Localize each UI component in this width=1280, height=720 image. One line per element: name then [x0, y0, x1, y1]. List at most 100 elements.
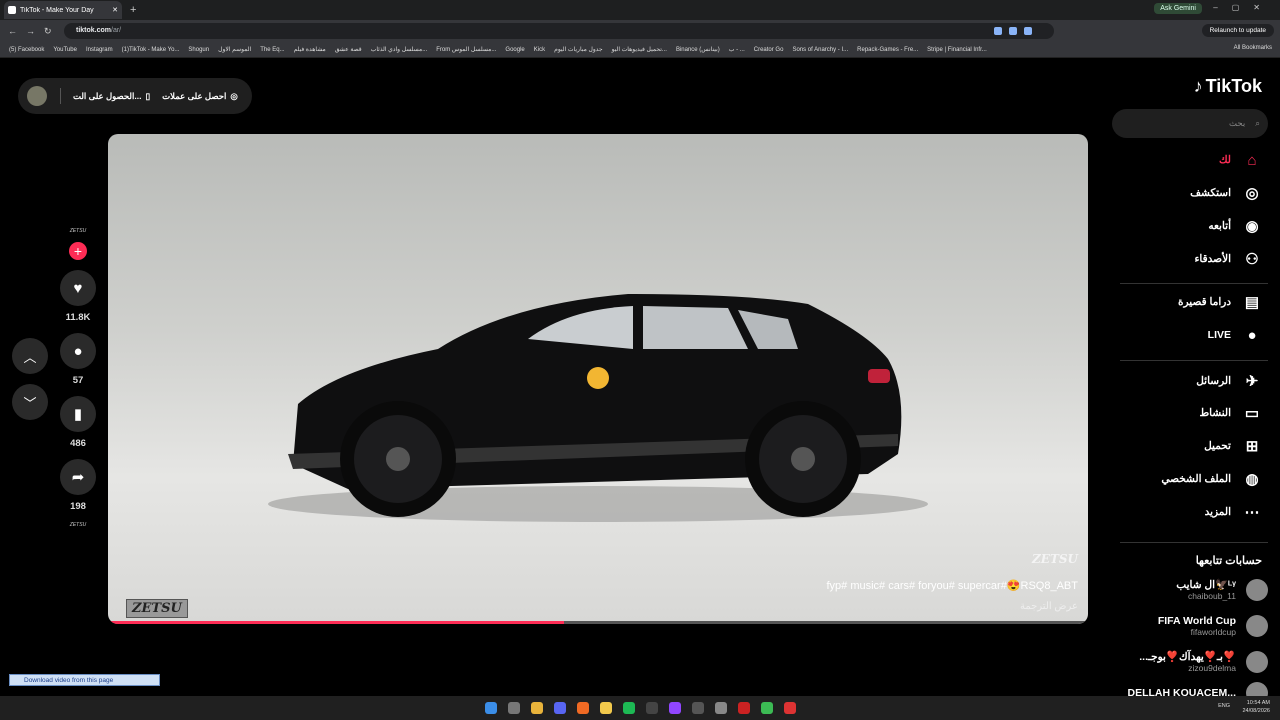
sidebar-nav-label: الملف الشخصي	[1161, 473, 1231, 485]
translate-icon[interactable]	[994, 27, 1002, 35]
home-icon: ⌂	[1247, 151, 1257, 169]
xbox-icon[interactable]	[714, 702, 727, 714]
comment-button[interactable]: ●	[60, 333, 96, 369]
browser-tab[interactable]: TikTok - Make Your Day ✕	[4, 1, 122, 19]
sidebar-nav-item[interactable]: المزيد ⋯	[1205, 502, 1262, 522]
url-input[interactable]: tiktok.com/ar/	[64, 23, 1054, 39]
spotify-icon[interactable]	[622, 702, 635, 714]
tiktok-logo[interactable]: ♪ TikTok	[1194, 76, 1262, 97]
file-explorer-icon[interactable]	[599, 702, 612, 714]
followed-account[interactable]: FIFA World Cup fifaworldcup	[1158, 615, 1268, 637]
like-button[interactable]: ♥	[60, 270, 96, 306]
bookmark-item[interactable]: Shogun	[188, 47, 209, 53]
save-button[interactable]: ▮	[60, 396, 96, 432]
discord-icon[interactable]	[553, 702, 566, 714]
bookmark-item[interactable]: (1)TikTok - Make Yo...	[122, 47, 180, 53]
clock-date: 24/08/2026	[1242, 708, 1270, 714]
sidebar-nav-item[interactable]: لك ⌂	[1219, 150, 1262, 170]
bookmark-item[interactable]: ب - ...	[729, 46, 745, 53]
search-input[interactable]: بحث ⌕	[1112, 109, 1268, 138]
extension-icons[interactable]	[994, 27, 1032, 35]
followed-account[interactable]: ...بـ❣️يهدآك❣️بوجـ❣️ zizou9delma	[1139, 650, 1268, 673]
bookmark-item[interactable]: الموسم الاول	[218, 46, 251, 53]
bookmark-item[interactable]: مسلسل وادي الذئاب...	[371, 46, 428, 53]
download-video-bar[interactable]: Download video from this page	[9, 674, 160, 686]
get-app-button[interactable]: الحصول على الت... ▯	[73, 91, 150, 102]
all-bookmarks-button[interactable]: All Bookmarks	[1234, 45, 1272, 51]
new-tab-button[interactable]: +	[130, 4, 136, 16]
zoom-icon[interactable]	[1009, 27, 1017, 35]
address-toolbar: ← → ↻ tiktok.com/ar/	[0, 20, 1280, 42]
search-icon[interactable]: ⌕	[1255, 118, 1260, 129]
bookmark-item[interactable]: Creator Go	[754, 47, 784, 53]
previous-video-button[interactable]: ︿	[12, 338, 48, 374]
app-icon[interactable]	[737, 702, 750, 714]
video-progress-bar[interactable]	[108, 621, 1088, 624]
user-avatar[interactable]	[27, 86, 47, 106]
account-handle: fifaworldcup	[1190, 627, 1236, 637]
next-video-button[interactable]: ﹀	[12, 384, 48, 420]
share-button[interactable]: ➦	[60, 459, 96, 495]
chrome-icon[interactable]	[760, 702, 773, 714]
window-controls[interactable]: –▢✕	[1213, 3, 1274, 12]
divider	[1120, 283, 1268, 284]
app-icon[interactable]	[691, 702, 704, 714]
sidebar-nav-item[interactable]: دراما قصيرة ▤	[1178, 292, 1262, 312]
sidebar-nav-item[interactable]: الأصدقاء ⚇	[1195, 249, 1263, 269]
app-icon[interactable]	[783, 702, 796, 714]
language-indicator[interactable]: ENG	[1218, 703, 1230, 709]
bookmark-item[interactable]: Kick	[534, 47, 545, 53]
start-icon[interactable]	[484, 702, 497, 714]
bookmark-item[interactable]: Stripe | Financial Infr...	[927, 47, 987, 53]
logo-text: TikTok	[1205, 76, 1262, 96]
account-names: FIFA World Cup fifaworldcup	[1158, 615, 1236, 637]
sidebar-nav-item[interactable]: LIVE ●	[1208, 325, 1262, 345]
followed-account[interactable]: ال شايب🦅ᴸᵞ chaiboub_11	[1176, 578, 1268, 601]
sidebar-nav-item[interactable]: أتابعه ◉	[1208, 216, 1262, 236]
back-icon[interactable]: ←	[8, 26, 18, 36]
chrome-icon[interactable]	[530, 702, 543, 714]
forward-icon[interactable]: →	[26, 26, 36, 36]
search-taskbar-icon[interactable]	[507, 702, 520, 714]
bookmark-item[interactable]: مشاهدة فيلم	[294, 46, 326, 53]
sidebar-nav-item[interactable]: النشاط ▭	[1199, 403, 1262, 423]
video-caption[interactable]: fyp# music# cars# foryou# supercar#😍RSQ8…	[826, 579, 1078, 592]
bookmark-item[interactable]: Repack-Games - Fre...	[857, 47, 918, 53]
bookmark-item[interactable]: تحميل فيديوهات اليو...	[612, 46, 667, 53]
bookmark-item[interactable]: From مسلسل الموس...	[436, 46, 496, 53]
ask-gemini-button[interactable]: Ask Gemini	[1154, 3, 1202, 14]
sidebar-nav-item[interactable]: الملف الشخصي ◍	[1161, 469, 1262, 489]
bookmark-item[interactable]: The Eq...	[260, 47, 284, 53]
system-clock[interactable]: 10:54 AM 24/08/2026	[1242, 699, 1270, 715]
bookmark-item[interactable]: Sons of Anarchy - ا...	[792, 46, 848, 53]
reload-icon[interactable]: ↻	[44, 26, 54, 37]
relaunch-button[interactable]: Relaunch to update	[1201, 24, 1274, 37]
sidebar-nav-item[interactable]: استكشف ◎	[1190, 183, 1262, 203]
video-player[interactable]: ZETSU fyp# music# cars# foryou# supercar…	[108, 134, 1088, 624]
get-coins-button[interactable]: احصل على عملات ◎	[162, 91, 238, 102]
sidebar-nav-item[interactable]: الرسائل ✈	[1196, 371, 1262, 391]
steam-icon[interactable]	[645, 702, 658, 714]
sidebar-nav-item[interactable]: تحميل ⊞	[1204, 436, 1262, 456]
get-coins-label: احصل على عملات	[162, 90, 227, 101]
bookmark-item[interactable]: Google	[505, 47, 524, 53]
account-handle: zizou9delma	[1188, 663, 1236, 673]
follow-plus-button[interactable]: +	[69, 242, 87, 260]
phone-icon: ▯	[145, 90, 151, 101]
bookmark-item[interactable]: جدول مباريات اليوم	[554, 46, 602, 53]
twitch-icon[interactable]	[668, 702, 681, 714]
sidebar-nav-label: النشاط	[1199, 407, 1231, 419]
brave-icon[interactable]	[576, 702, 589, 714]
comment-icon: ●	[73, 342, 83, 360]
heart-icon: ♥	[73, 279, 83, 297]
bookmark-item[interactable]: Binance (بينانس)	[676, 46, 720, 53]
search-placeholder: بحث	[1229, 118, 1246, 128]
bookmark-item[interactable]: Instagram	[86, 47, 113, 53]
bookmark-item[interactable]: YouTube	[53, 47, 77, 53]
bookmark-item[interactable]: قصة عشق	[335, 46, 362, 53]
bookmark-item[interactable]: (5) Facebook	[9, 47, 44, 53]
divider	[60, 88, 61, 104]
bookmark-star-icon[interactable]	[1024, 27, 1032, 35]
close-tab-icon[interactable]: ✕	[112, 6, 118, 14]
see-translation-link[interactable]: عرض الترجمة	[1020, 601, 1078, 612]
